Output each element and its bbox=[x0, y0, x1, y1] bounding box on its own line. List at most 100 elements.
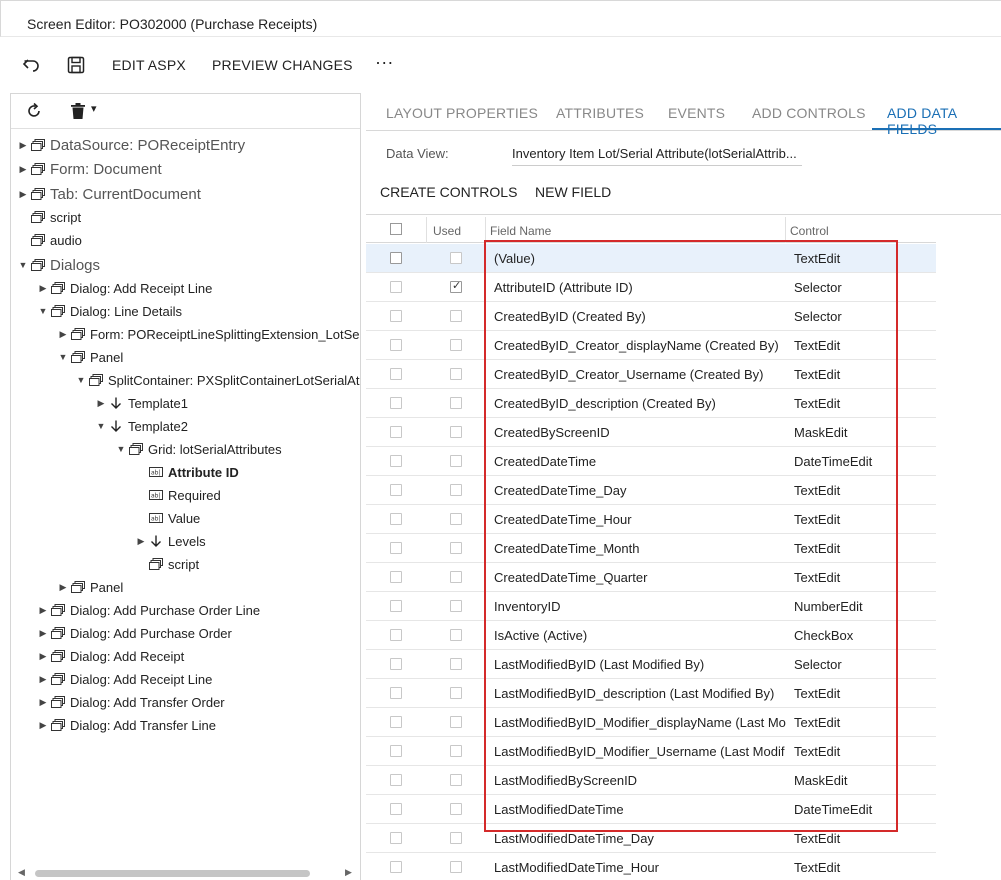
tree-node-template2[interactable]: ▼ Template2 bbox=[95, 415, 188, 437]
trash-icon[interactable] bbox=[69, 102, 87, 120]
table-row[interactable]: IsActive (Active) CheckBox bbox=[366, 621, 936, 650]
used-checkbox[interactable] bbox=[450, 397, 462, 409]
used-checkbox[interactable] bbox=[450, 745, 462, 757]
used-checkbox[interactable] bbox=[450, 368, 462, 380]
more-options-button[interactable]: ··· bbox=[375, 52, 394, 73]
tree-node-tab-currentdocument[interactable]: ▶ Tab: CurrentDocument bbox=[17, 183, 201, 205]
row-select-checkbox[interactable] bbox=[390, 745, 402, 757]
used-checkbox[interactable] bbox=[450, 426, 462, 438]
table-row[interactable]: LastModifiedByID_description (Last Modif… bbox=[366, 679, 936, 708]
tree-node-form-linesplitting[interactable]: ▶ Form: POReceiptLineSplittingExtension_L… bbox=[57, 323, 360, 345]
preview-changes-button[interactable]: PREVIEW CHANGES bbox=[212, 57, 353, 73]
scroll-left-icon[interactable]: ◀ bbox=[18, 867, 25, 878]
tree-node-splitcontainer[interactable]: ▼ SplitContainer: PXSplitContainerLotSeri… bbox=[75, 369, 360, 391]
table-row[interactable]: CreatedDateTime_Hour TextEdit bbox=[366, 505, 936, 534]
table-row[interactable]: CreatedByScreenID MaskEdit bbox=[366, 418, 936, 447]
used-checkbox[interactable] bbox=[450, 252, 462, 264]
tab-add-controls[interactable]: ADD CONTROLS bbox=[752, 105, 866, 121]
row-select-checkbox[interactable] bbox=[390, 658, 402, 670]
table-row[interactable]: LastModifiedByScreenID MaskEdit bbox=[366, 766, 936, 795]
tree-node-script[interactable]: script bbox=[29, 206, 81, 228]
table-row[interactable]: LastModifiedDateTime_Hour TextEdit bbox=[366, 853, 936, 880]
tab-add-data-fields[interactable]: ADD DATA FIELDS bbox=[887, 105, 1001, 137]
row-select-checkbox[interactable] bbox=[390, 484, 402, 496]
header-control[interactable]: Control bbox=[790, 224, 829, 238]
tree-node-dialog-add-receipt[interactable]: ▶ Dialog: Add Receipt bbox=[37, 645, 185, 667]
row-select-checkbox[interactable] bbox=[390, 832, 402, 844]
row-select-checkbox[interactable] bbox=[390, 426, 402, 438]
used-checkbox[interactable] bbox=[450, 542, 462, 554]
tree-node-grid-lotserialattributes[interactable]: ▼ Grid: lotSerialAttributes bbox=[115, 438, 282, 460]
tree-node-script-inner[interactable]: script bbox=[135, 553, 199, 575]
tree-node-template1[interactable]: ▶ Template1 bbox=[95, 392, 188, 414]
table-row[interactable]: LastModifiedDateTime DateTimeEdit bbox=[366, 795, 936, 824]
used-checkbox[interactable] bbox=[450, 832, 462, 844]
refresh-icon[interactable] bbox=[25, 102, 43, 120]
table-row[interactable]: CreatedDateTime_Day TextEdit bbox=[366, 476, 936, 505]
table-row[interactable]: CreatedByID_description (Created By) Text… bbox=[366, 389, 936, 418]
tab-layout-properties[interactable]: LAYOUT PROPERTIES bbox=[386, 105, 538, 121]
row-select-checkbox[interactable] bbox=[390, 716, 402, 728]
used-checkbox[interactable] bbox=[450, 861, 462, 873]
row-select-checkbox[interactable] bbox=[390, 571, 402, 583]
used-checkbox[interactable] bbox=[450, 687, 462, 699]
tree-node-dialog-add-transfer-line[interactable]: ▶ Dialog: Add Transfer Line bbox=[37, 714, 216, 736]
tree-node-dialogs[interactable]: ▼ Dialogs bbox=[17, 254, 101, 276]
row-select-checkbox[interactable] bbox=[390, 774, 402, 786]
table-row[interactable]: (Value) TextEdit bbox=[366, 244, 936, 273]
used-checkbox[interactable] bbox=[450, 339, 462, 351]
used-checkbox[interactable] bbox=[450, 484, 462, 496]
tree-node-attribute-id[interactable]: ab| Attribute ID bbox=[147, 461, 239, 483]
row-select-checkbox[interactable] bbox=[390, 600, 402, 612]
save-icon[interactable] bbox=[66, 55, 86, 75]
row-select-checkbox[interactable] bbox=[390, 803, 402, 815]
tree-node-dialog-line-details[interactable]: ▼ Dialog: Line Details bbox=[37, 300, 182, 322]
new-field-button[interactable]: NEW FIELD bbox=[535, 184, 611, 200]
tree-node-dialog-add-po-line[interactable]: ▶ Dialog: Add Purchase Order Line bbox=[37, 599, 261, 621]
row-select-checkbox[interactable] bbox=[390, 687, 402, 699]
delete-dropdown-icon[interactable]: ▾ bbox=[91, 102, 97, 115]
table-row[interactable]: CreatedDateTime_Quarter TextEdit bbox=[366, 563, 936, 592]
tree-node-panel[interactable]: ▼ Panel bbox=[57, 346, 124, 368]
tab-events[interactable]: EVENTS bbox=[668, 105, 725, 121]
row-select-checkbox[interactable] bbox=[390, 542, 402, 554]
row-select-checkbox[interactable] bbox=[390, 368, 402, 380]
row-select-checkbox[interactable] bbox=[390, 281, 402, 293]
table-row[interactable]: CreatedByID_Creator_displayName (Created… bbox=[366, 331, 936, 360]
used-checkbox[interactable] bbox=[450, 455, 462, 467]
select-all-checkbox[interactable] bbox=[390, 223, 402, 235]
tree-node-required[interactable]: ab| Required bbox=[147, 484, 221, 506]
row-select-checkbox[interactable] bbox=[390, 861, 402, 873]
tree-node-dialog-add-receipt-line-2[interactable]: ▶ Dialog: Add Receipt Line bbox=[37, 668, 213, 690]
table-row[interactable]: CreatedDateTime DateTimeEdit bbox=[366, 447, 936, 476]
table-row[interactable]: LastModifiedByID_Modifier_Username (Last… bbox=[366, 737, 936, 766]
row-select-checkbox[interactable] bbox=[390, 310, 402, 322]
used-checkbox[interactable] bbox=[450, 803, 462, 815]
tree-node-dialog-add-transfer-order[interactable]: ▶ Dialog: Add Transfer Order bbox=[37, 691, 225, 713]
tree-node-datasource[interactable]: ▶ DataSource: POReceiptEntry bbox=[17, 134, 246, 156]
used-checkbox[interactable] bbox=[450, 310, 462, 322]
tree-node-dialog-add-po[interactable]: ▶ Dialog: Add Purchase Order bbox=[37, 622, 232, 644]
tree-node-dialog-add-receipt-line[interactable]: ▶ Dialog: Add Receipt Line bbox=[37, 277, 213, 299]
data-view-selector[interactable]: Inventory Item Lot/Serial Attribute(lotS… bbox=[512, 146, 802, 166]
table-row[interactable]: CreatedByID (Created By) Selector bbox=[366, 302, 936, 331]
table-row[interactable]: LastModifiedByID (Last Modified By) Selec… bbox=[366, 650, 936, 679]
header-used[interactable]: Used bbox=[433, 224, 461, 238]
table-row[interactable]: CreatedDateTime_Month TextEdit bbox=[366, 534, 936, 563]
row-select-checkbox[interactable] bbox=[390, 252, 402, 264]
used-checkbox[interactable] bbox=[450, 600, 462, 612]
row-select-checkbox[interactable] bbox=[390, 397, 402, 409]
tree-node-audio[interactable]: audio bbox=[29, 229, 82, 251]
row-select-checkbox[interactable] bbox=[390, 455, 402, 467]
header-field-name[interactable]: Field Name bbox=[490, 224, 551, 238]
tab-attributes[interactable]: ATTRIBUTES bbox=[556, 105, 644, 121]
used-checkbox[interactable] bbox=[450, 658, 462, 670]
row-select-checkbox[interactable] bbox=[390, 513, 402, 525]
used-checkbox[interactable] bbox=[450, 571, 462, 583]
row-select-checkbox[interactable] bbox=[390, 339, 402, 351]
create-controls-button[interactable]: CREATE CONTROLS bbox=[380, 184, 517, 200]
tree-node-panel-2[interactable]: ▶ Panel bbox=[57, 576, 124, 598]
used-checkbox[interactable] bbox=[450, 513, 462, 525]
used-checkbox[interactable] bbox=[450, 279, 462, 293]
table-row[interactable]: InventoryID NumberEdit bbox=[366, 592, 936, 621]
